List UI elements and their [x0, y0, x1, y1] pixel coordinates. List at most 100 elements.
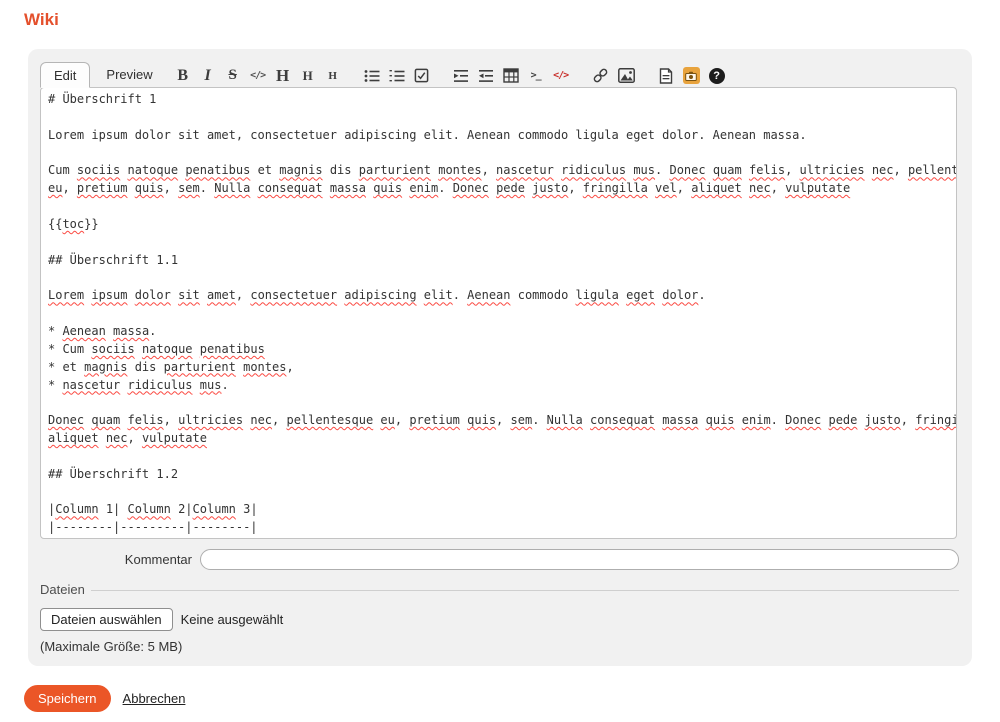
- misspelled-word: ridiculus: [561, 163, 626, 177]
- misspelled-word: parturient: [359, 163, 431, 177]
- misspelled-word: eget: [626, 288, 655, 302]
- wiki-textarea[interactable]: # Überschrift 1Lorem ipsum dolor sit ame…: [40, 87, 957, 539]
- strikethrough-icon[interactable]: S: [225, 67, 241, 84]
- editor-line: [48, 448, 949, 466]
- misspelled-word: ultricies: [178, 413, 243, 427]
- save-button[interactable]: Speichern: [24, 685, 111, 712]
- task-list-icon[interactable]: [414, 67, 430, 84]
- misspelled-word: quis: [373, 181, 402, 195]
- misspelled-word: montes: [438, 163, 481, 177]
- misspelled-word: sociis: [91, 342, 134, 356]
- misspelled-word: dolor: [135, 288, 171, 302]
- bold-icon[interactable]: B: [175, 67, 191, 84]
- editor-toolbar: B I S </> H H H >_: [175, 67, 725, 88]
- misspelled-word: vulputate: [785, 181, 850, 195]
- misspelled-word: nascetur: [496, 163, 554, 177]
- editor-line: Donec quam felis, ultricies nec, pellent…: [48, 412, 949, 430]
- editor-line: [48, 109, 949, 127]
- fieldset-divider: [91, 590, 959, 591]
- editor-line: eu, pretium quis, sem. Nulla consequat m…: [48, 180, 949, 198]
- misspelled-word: consequat: [590, 413, 655, 427]
- misspelled-word: quam: [91, 413, 120, 427]
- tab-preview[interactable]: Preview: [90, 62, 168, 88]
- editor-line: [48, 484, 949, 502]
- editor-line: [48, 198, 949, 216]
- misspelled-word: natoque: [128, 163, 179, 177]
- misspelled-word: consectetuer: [250, 288, 337, 302]
- editor-line: Lorem ipsum dolor sit amet, consectetuer…: [48, 287, 949, 305]
- misspelled-word: quam: [713, 163, 742, 177]
- editor-line: [48, 305, 949, 323]
- misspelled-word: ipsum: [91, 288, 127, 302]
- misspelled-word: Donec: [669, 163, 705, 177]
- misspelled-word: massa: [330, 181, 366, 195]
- form-actions: Speichern Abbrechen: [24, 685, 1000, 712]
- misspelled-word: nec: [250, 413, 272, 427]
- comment-input[interactable]: [200, 549, 959, 570]
- preformatted-text-icon[interactable]: >_: [528, 67, 544, 84]
- heading1-icon[interactable]: H: [275, 67, 291, 84]
- misspelled-word: consequat: [258, 181, 323, 195]
- misspelled-word: ultricies: [800, 163, 865, 177]
- heading3-icon[interactable]: H: [325, 67, 341, 84]
- misspelled-word: fringilla: [583, 181, 648, 195]
- misspelled-word: felis: [749, 163, 785, 177]
- editor-line: [48, 269, 949, 287]
- misspelled-word: ridiculus: [127, 378, 192, 392]
- misspelled-word: pellentesque: [908, 163, 957, 177]
- misspelled-word: sem: [178, 181, 200, 195]
- misspelled-word: pretium: [409, 413, 460, 427]
- misspelled-word: nec: [749, 181, 771, 195]
- indent-icon[interactable]: [453, 67, 469, 84]
- image-icon[interactable]: [618, 67, 635, 84]
- ordered-list-icon[interactable]: [389, 67, 405, 84]
- code-block-icon[interactable]: </>: [553, 67, 569, 84]
- link-icon[interactable]: [592, 67, 609, 84]
- inline-code-icon[interactable]: </>: [250, 67, 266, 84]
- misspelled-word: enim: [742, 413, 771, 427]
- editor-line: [48, 145, 949, 163]
- editor-line: {{toc}}: [48, 216, 949, 234]
- misspelled-word: vel: [655, 181, 677, 195]
- misspelled-word: pellentesque: [286, 413, 373, 427]
- outdent-icon[interactable]: [478, 67, 494, 84]
- misspelled-word: Lorem: [48, 288, 84, 302]
- misspelled-word: Aenean: [467, 288, 510, 302]
- misspelled-word: nascetur: [62, 378, 120, 392]
- misspelled-word: sit: [178, 288, 200, 302]
- misspelled-word: Donec: [48, 413, 84, 427]
- help-icon[interactable]: ?: [709, 67, 725, 84]
- misspelled-word: eu: [380, 413, 394, 427]
- misspelled-word: sociis: [77, 163, 120, 177]
- wiki-edit-form-panel: Edit Preview B I S </> H H H: [28, 49, 972, 666]
- editor-line: aliquet nec, vulputate: [48, 430, 949, 448]
- misspelled-word: vulputate: [142, 431, 207, 445]
- misspelled-word: pede: [828, 413, 857, 427]
- misspelled-word: quis: [706, 413, 735, 427]
- editor-line: * nascetur ridiculus mus.: [48, 377, 949, 395]
- italic-icon[interactable]: I: [200, 67, 216, 84]
- misspelled-word: felis: [128, 413, 164, 427]
- misspelled-word: justo: [865, 413, 901, 427]
- unordered-list-icon[interactable]: [364, 67, 380, 84]
- misspelled-word: nec: [106, 431, 128, 445]
- attach-image-icon[interactable]: [683, 67, 700, 84]
- misspelled-word: justo: [532, 181, 568, 195]
- misspelled-word: Donec: [453, 181, 489, 195]
- misspelled-word: Column: [128, 502, 171, 516]
- table-icon[interactable]: [503, 67, 519, 84]
- heading2-icon[interactable]: H: [300, 67, 316, 84]
- misspelled-word: massa: [113, 324, 149, 338]
- misspelled-word: magnis: [84, 360, 127, 374]
- editor-line: * et magnis dis parturient montes,: [48, 359, 949, 377]
- misspelled-word: Aenean: [62, 324, 105, 338]
- editor-line: |--------|---------|--------|: [48, 519, 949, 537]
- comment-row: Kommentar: [40, 549, 959, 570]
- tab-edit[interactable]: Edit: [40, 62, 90, 88]
- wiki-page-link-icon[interactable]: [658, 67, 674, 84]
- attachments-fieldset-legend: Dateien: [40, 582, 959, 597]
- misspelled-word: quis: [467, 413, 496, 427]
- cancel-link[interactable]: Abbrechen: [123, 691, 186, 706]
- choose-files-button[interactable]: Dateien auswählen: [40, 608, 173, 631]
- misspelled-word: dolor: [662, 288, 698, 302]
